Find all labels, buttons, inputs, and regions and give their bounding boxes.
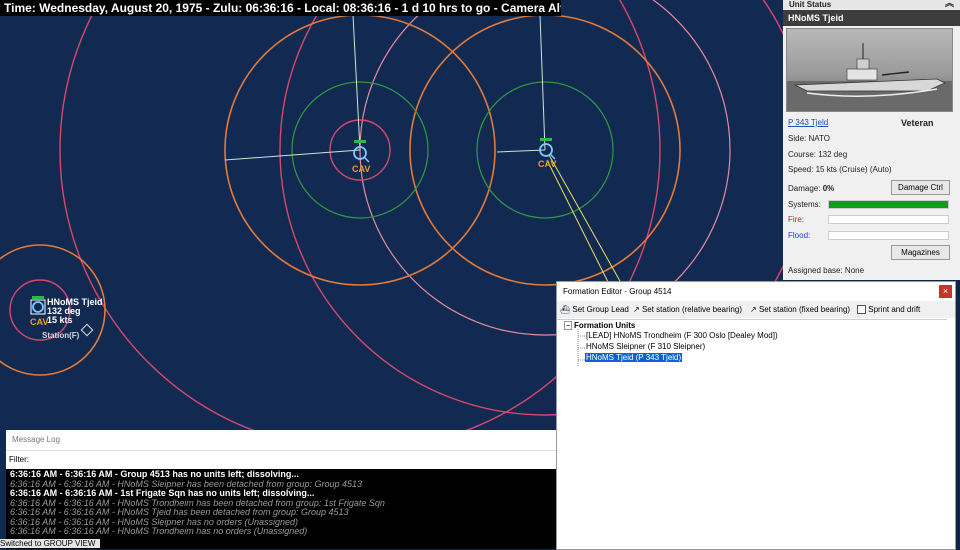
station-label: Station(F) bbox=[42, 331, 80, 340]
tree-item-tjeid[interactable]: HNoMS Tjeid (P 343 Tjeld) bbox=[585, 353, 683, 362]
message-log-lines[interactable]: 6:36:16 AM - 6:36:16 AM - Group 4513 has… bbox=[6, 469, 556, 549]
unit-tag: CAV bbox=[538, 159, 557, 169]
fire-bar bbox=[828, 215, 949, 224]
close-button[interactable]: × bbox=[939, 285, 952, 298]
time-status-bar: Time: Wednesday, August 20, 1975 - Zulu:… bbox=[0, 0, 561, 16]
tree-item-sleipner[interactable]: HNoMS Sleipner (F 310 Sleipner) bbox=[586, 342, 705, 351]
panel-header: Unit Status ︽ bbox=[783, 0, 960, 9]
set-station-relative-label: Set station (relative bearing) bbox=[641, 305, 742, 314]
log-line: 6:36:16 AM - 6:36:16 AM - 1st Frigate Sq… bbox=[10, 489, 315, 498]
message-log-filter-label: Filter: bbox=[9, 455, 29, 464]
formation-link-line bbox=[548, 154, 626, 291]
unit-tag: CAV bbox=[30, 317, 49, 327]
unit-speed: Speed: 15 kts (Cruise) (Auto) bbox=[788, 165, 892, 174]
sprint-drift-label: Sprint and drift bbox=[868, 305, 921, 314]
status-bar-text: Switched to GROUP VIEW bbox=[0, 539, 100, 548]
fire-label: Fire: bbox=[788, 215, 804, 224]
station-marker-icon[interactable] bbox=[80, 323, 94, 337]
ship-unit-icon[interactable] bbox=[539, 138, 556, 160]
set-station-fixed-label: Set station (fixed bearing) bbox=[758, 305, 851, 314]
unit-rank: Veteran bbox=[901, 118, 934, 128]
flood-label: Flood: bbox=[788, 231, 811, 240]
log-line: 6:36:16 AM - 6:36:16 AM - HNoMS Trondhei… bbox=[10, 527, 308, 536]
formation-link-line bbox=[546, 159, 613, 291]
unit-label: HNoMS Tjeid 132 deg 15 kts bbox=[47, 298, 103, 325]
ship-silhouette bbox=[787, 43, 952, 111]
log-line: 6:36:16 AM - 6:36:16 AM - HNoMS Sleipner… bbox=[10, 479, 363, 489]
set-group-lead-label: Set Group Lead bbox=[572, 305, 629, 314]
formation-editor-title: Formation Editor - Group 4514 bbox=[563, 287, 672, 296]
damage-value: 0% bbox=[822, 184, 835, 193]
unit-name-header: HNoMS Tjeid bbox=[783, 10, 960, 26]
collapse-icon[interactable]: ︽ bbox=[945, 0, 954, 8]
magazines-button[interactable]: Magazines bbox=[891, 245, 950, 260]
unit-photo bbox=[786, 28, 953, 112]
systems-label: Systems: bbox=[788, 200, 821, 209]
set-group-lead-button[interactable]: ⛴ Set Group Lead bbox=[560, 301, 629, 318]
set-station-relative-button[interactable]: ↗ Set station (relative bearing) bbox=[633, 301, 742, 318]
ship-unit-icon[interactable] bbox=[353, 140, 370, 163]
damage-label: Damage: bbox=[788, 184, 821, 193]
unit-speed: 15 kts bbox=[47, 315, 73, 325]
log-line: 6:36:16 AM - 6:36:16 AM - HNoMS Tjeid ha… bbox=[10, 508, 349, 517]
unit-side: Side: NATO bbox=[788, 134, 830, 143]
tree-item-trondheim[interactable]: [LEAD] HNoMS Trondheim (F 300 Oslo [Deal… bbox=[586, 331, 778, 340]
ship-unit-icon[interactable] bbox=[30, 296, 46, 315]
log-line: 6:36:16 AM - 6:36:16 AM - HNoMS Sleipner… bbox=[10, 517, 298, 527]
formation-editor-titlebar[interactable]: Formation Editor - Group 4514 × bbox=[557, 282, 955, 301]
unit-course: Course: 132 deg bbox=[788, 150, 848, 159]
log-line: 6:36:16 AM - 6:36:16 AM - HNoMS Trondhei… bbox=[10, 498, 385, 508]
systems-bar bbox=[828, 200, 949, 209]
station-relative-icon: ↗ bbox=[633, 305, 640, 314]
sprint-drift-checkbox[interactable]: Sprint and drift bbox=[857, 301, 920, 318]
group-lead-icon: ⛴ bbox=[560, 305, 571, 314]
bearing-line bbox=[496, 149, 546, 153]
set-station-fixed-button[interactable]: ↗ Set station (fixed bearing) bbox=[750, 301, 850, 318]
panel-title: Unit Status bbox=[789, 0, 832, 9]
checkbox-icon bbox=[857, 305, 866, 315]
flood-bar bbox=[828, 231, 949, 240]
unit-tag: CAV bbox=[352, 164, 371, 174]
message-log-title: Message Log bbox=[6, 430, 556, 451]
formation-editor-window: Formation Editor - Group 4514 × ⛴ Set Gr… bbox=[556, 281, 956, 550]
damage-readout: Damage: 0% bbox=[788, 184, 834, 193]
unit-class-link[interactable]: P 343 Tjeld bbox=[788, 118, 828, 127]
unit-status-panel: Unit Status ︽ HNoMS Tjeid P 343 Tjeld Ve… bbox=[783, 0, 960, 280]
message-log: Message Log Filter: 6:36:16 AM - 6:36:16… bbox=[6, 430, 556, 549]
assigned-base: Assigned base: None bbox=[788, 266, 865, 275]
station-fixed-icon: ↗ bbox=[750, 305, 757, 314]
formation-toolbar: ⛴ Set Group Lead ↗ Set station (relative… bbox=[557, 301, 955, 318]
log-line: 6:36:16 AM - 6:36:16 AM - Group 4513 has… bbox=[10, 470, 299, 479]
formation-tree: − Formation Units [LEAD] HNoMS Trondheim… bbox=[557, 319, 947, 548]
systems-fill bbox=[829, 201, 948, 208]
damage-ctrl-button[interactable]: Damage Ctrl bbox=[891, 180, 950, 195]
